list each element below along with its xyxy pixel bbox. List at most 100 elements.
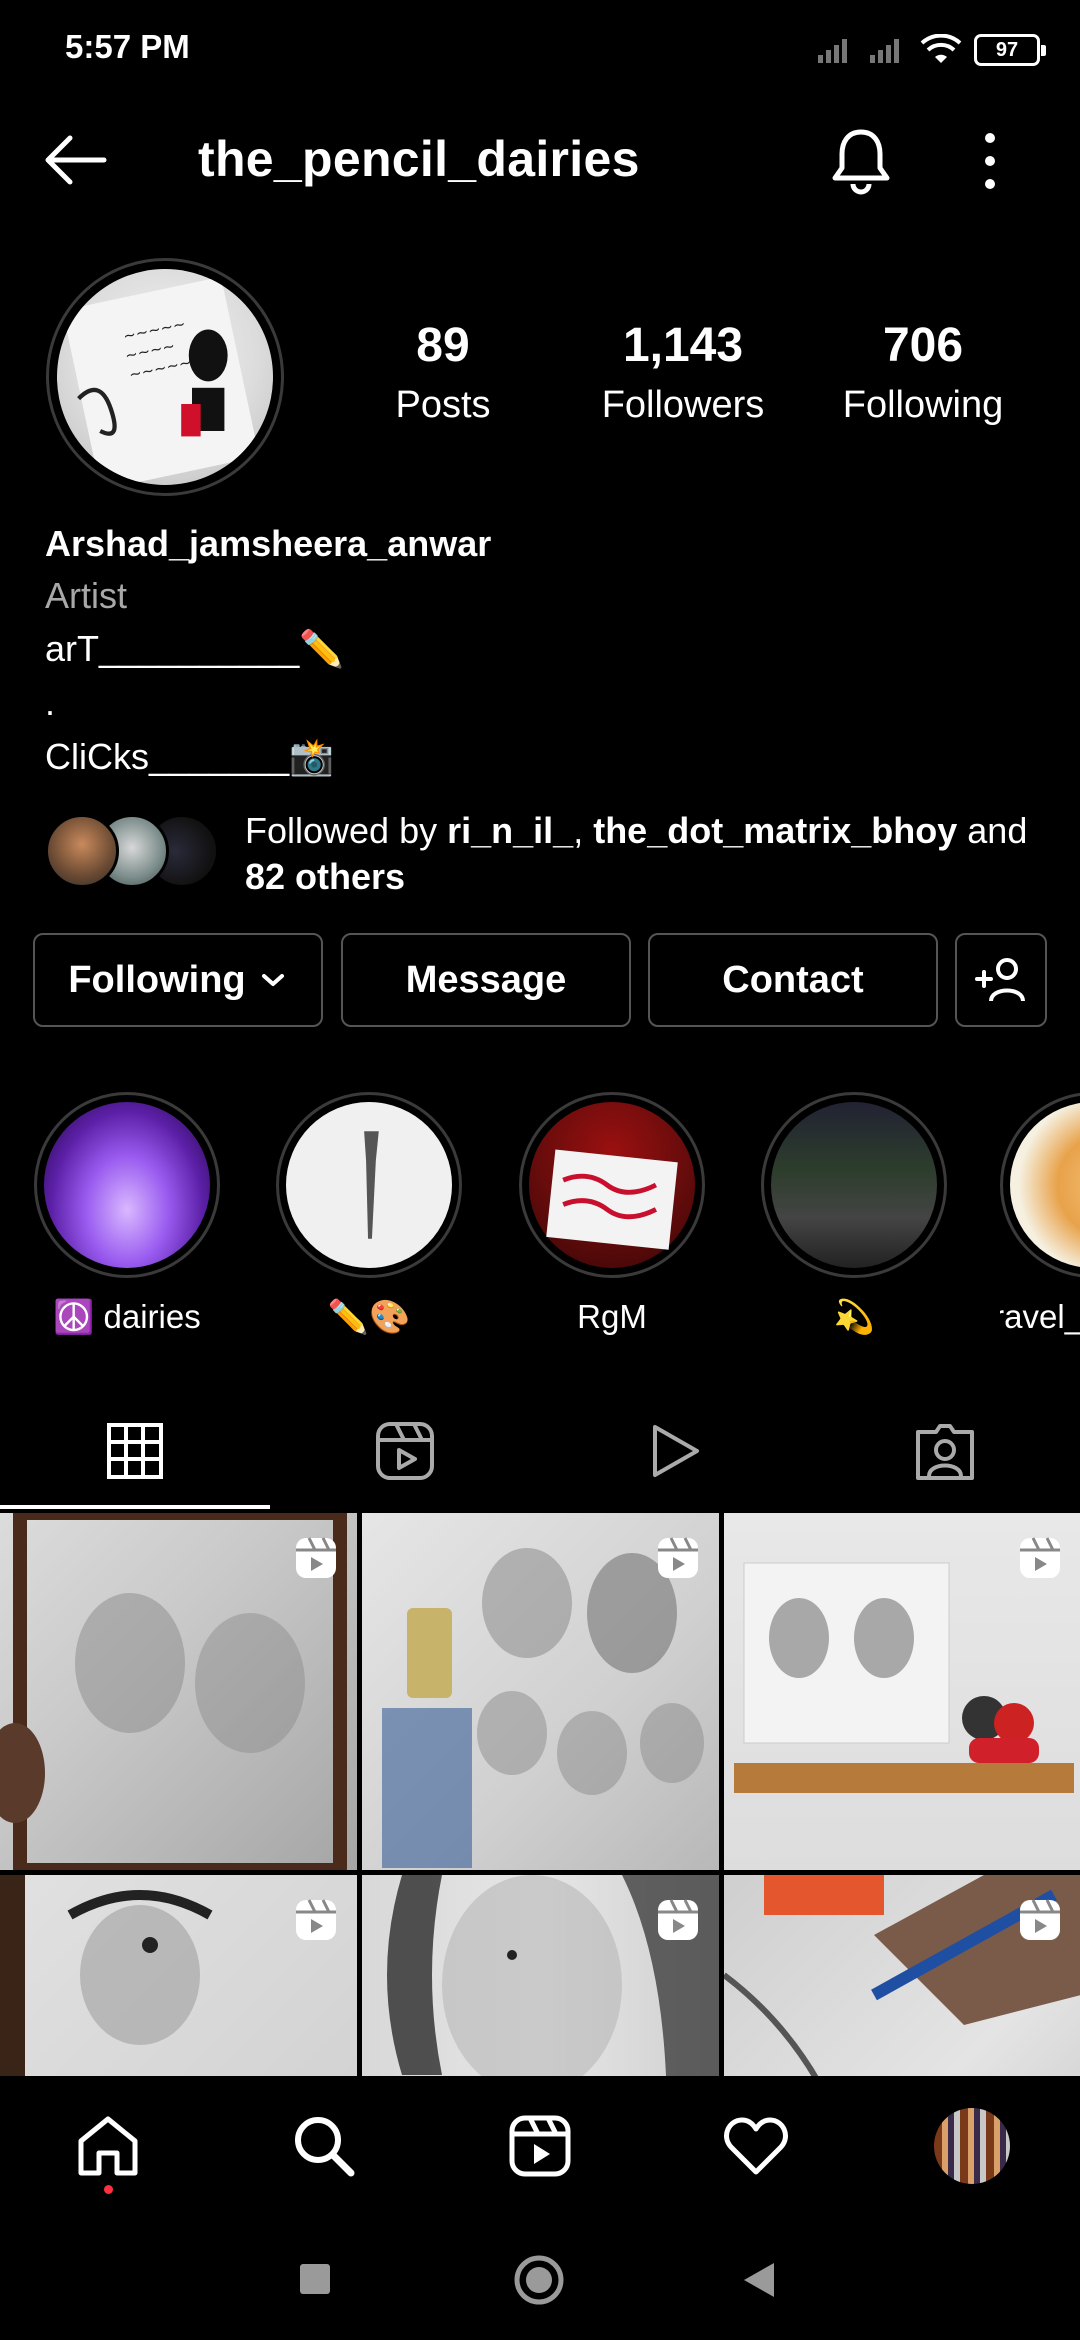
bottom-navigation [0, 2076, 1080, 2216]
signal-icon [870, 39, 899, 63]
profile-avatar[interactable]: ~~~~~ ~~~~ ~~~~~ [46, 258, 284, 496]
nav-reels[interactable] [500, 2106, 580, 2186]
back-triangle-icon[interactable] [740, 2260, 778, 2300]
reels-icon [376, 1422, 434, 1480]
bio-line: arT__________✏️ [45, 628, 345, 669]
search-icon [295, 2117, 355, 2177]
highlight-ring [761, 1092, 947, 1278]
tab-posts-grid[interactable] [0, 1392, 270, 1510]
mutual-user-link[interactable]: the_dot_matrix_bhoy [593, 810, 957, 851]
story-highlight[interactable]: ✏️🎨 [274, 1092, 464, 1337]
mutual-user-link[interactable]: ri_n_il_ [447, 810, 573, 851]
chevron-down-icon [261, 974, 284, 986]
nav-activity[interactable] [716, 2106, 796, 2186]
home-circle-icon[interactable] [513, 2254, 565, 2306]
highlight-label: ☮️ dairies [53, 1298, 201, 1335]
highlight-ring [1000, 1092, 1080, 1278]
nav-home[interactable] [68, 2106, 148, 2186]
highlight-cover [44, 1102, 210, 1268]
profile-header: the_pencil_dairies [0, 110, 1080, 210]
mutual-followers[interactable]: Followed by ri_n_il_, the_dot_matrix_bho… [45, 808, 1045, 898]
active-tab-indicator [0, 1505, 270, 1509]
reel-indicator-icon [296, 1899, 336, 1940]
bio-line: . [45, 682, 56, 723]
signal-icon [818, 39, 847, 63]
tab-videos[interactable] [540, 1392, 810, 1510]
highlight-cover [529, 1102, 695, 1268]
post-thumbnail[interactable] [724, 1513, 1080, 1870]
recents-icon[interactable] [298, 2262, 332, 2296]
stat-following[interactable]: 706 Following [823, 319, 1023, 426]
back-button[interactable] [40, 130, 110, 190]
battery-level: 97 [995, 38, 1019, 61]
bell-icon [832, 129, 890, 195]
message-button-label: Message [405, 958, 567, 1001]
battery-icon: 97 [974, 34, 1046, 66]
followed-by-prefix: Followed by [245, 810, 448, 851]
others-count[interactable]: 82 others [245, 856, 405, 897]
message-button[interactable]: Message [341, 933, 631, 1027]
reels-icon [509, 2115, 571, 2177]
followers-count: 1,143 [622, 319, 744, 372]
avatar-image: ~~~~~ ~~~~ ~~~~~ [57, 269, 273, 485]
tagged-icon [916, 1424, 974, 1480]
following-button-label: Following [68, 958, 246, 1001]
highlight-label: RgM [577, 1298, 647, 1335]
tab-tagged[interactable] [810, 1392, 1080, 1510]
following-button[interactable]: Following [33, 933, 323, 1027]
separator: , [573, 810, 594, 851]
highlight-cover [1010, 1102, 1080, 1268]
contact-button[interactable]: Contact [648, 933, 938, 1027]
grid-icon [107, 1423, 163, 1479]
home-notification-dot [104, 2185, 113, 2194]
suggested-users-button[interactable] [955, 933, 1047, 1027]
highlight-cover [286, 1102, 452, 1268]
heart-icon [724, 2117, 788, 2175]
highlight-label: travel_ [1000, 1298, 1080, 1335]
highlight-cover [771, 1102, 937, 1268]
following-count: 706 [882, 319, 964, 372]
profile-tabs [0, 1392, 1080, 1510]
play-icon [653, 1425, 699, 1477]
mutual-follower-avatar [45, 814, 119, 888]
profile-avatar-thumb [934, 2108, 1010, 2184]
nav-search[interactable] [284, 2106, 364, 2186]
bio-line: CliCks_______📸 [45, 736, 334, 777]
stat-followers[interactable]: 1,143 Followers [583, 319, 783, 426]
post-thumbnail[interactable] [0, 1513, 357, 1870]
profile-bio: Arshad_jamsheera_anwar Artist arT_______… [45, 518, 1045, 784]
posts-count: 89 [416, 319, 470, 372]
posts-label: Posts [395, 384, 491, 426]
and-text: and [957, 810, 1028, 851]
reel-indicator-icon [1020, 1899, 1060, 1940]
system-navigation [0, 2216, 1080, 2340]
notifications-button[interactable] [826, 124, 896, 196]
status-icons: 97 [816, 30, 1046, 70]
reel-indicator-icon [658, 1537, 698, 1578]
status-time: 5:57 PM [65, 28, 190, 65]
stat-posts[interactable]: 89 Posts [343, 319, 543, 426]
add-person-icon [975, 958, 1025, 1002]
story-highlight[interactable]: travel_ [1000, 1092, 1080, 1336]
profile-category: Artist [45, 575, 128, 616]
followers-label: Followers [601, 384, 765, 426]
post-thumbnail[interactable] [362, 1513, 719, 1870]
highlight-ring [519, 1092, 705, 1278]
highlight-label: ✏️🎨 [327, 1298, 411, 1335]
highlight-ring [34, 1092, 220, 1278]
wifi-icon [920, 34, 962, 63]
home-icon [78, 2116, 138, 2176]
following-label: Following [842, 384, 1004, 426]
more-options-button[interactable] [970, 128, 1010, 194]
highlight-ring [276, 1092, 462, 1278]
contact-button-label: Contact [722, 958, 864, 1001]
story-highlight[interactable]: RgM [517, 1092, 707, 1336]
story-highlight[interactable]: 💫 [759, 1092, 949, 1337]
story-highlight[interactable]: ☮️ dairies [32, 1092, 222, 1337]
profile-full-name: Arshad_jamsheera_anwar [45, 523, 492, 564]
status-bar: 5:57 PM 97 [0, 0, 1080, 100]
highlight-label: 💫 [833, 1298, 875, 1335]
tab-reels[interactable] [270, 1392, 540, 1510]
profile-username: the_pencil_dairies [198, 131, 640, 187]
nav-profile[interactable] [932, 2106, 1012, 2186]
